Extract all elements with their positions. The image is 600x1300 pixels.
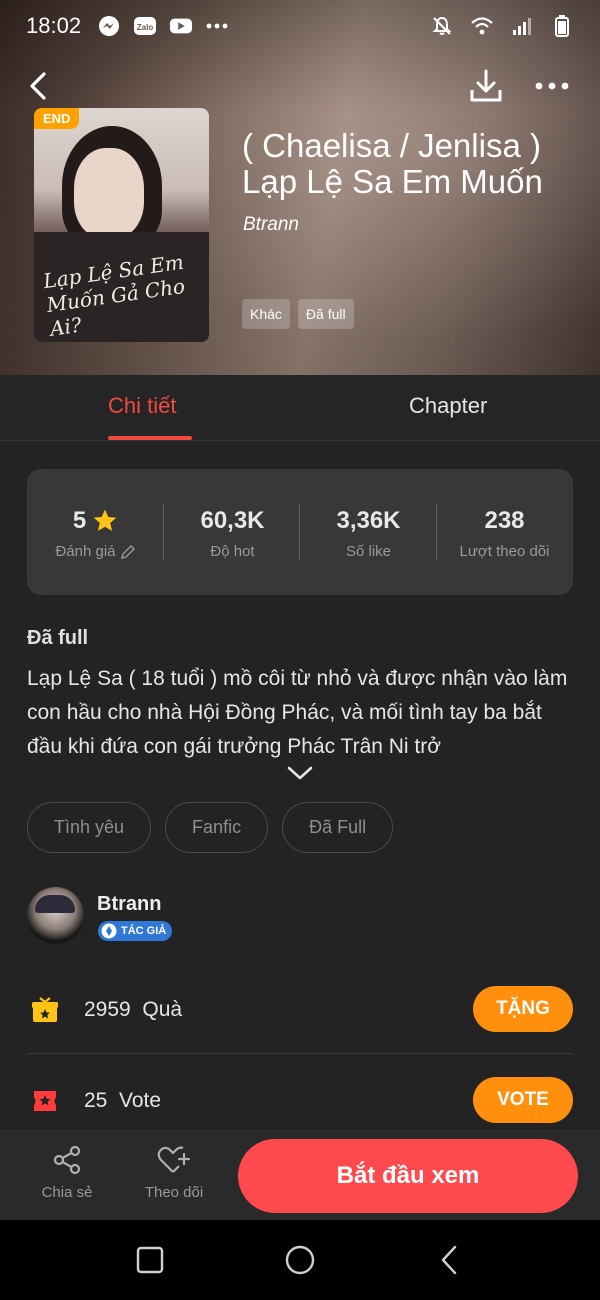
zalo-label: Zalo <box>137 23 154 32</box>
tab-bar: Chi tiết Chapter <box>0 375 600 441</box>
recent-apps-icon[interactable] <box>132 1242 168 1278</box>
story-tags: Khác Đã full <box>242 299 354 329</box>
story-cover[interactable]: Lạp Lệ Sa Em Muốn Gả Cho Ai? END <box>34 108 209 342</box>
follow-label: Theo dõi <box>144 1184 204 1201</box>
story-tag[interactable]: Đã full <box>297 299 354 329</box>
likes-value: 3,36K <box>336 507 401 534</box>
story-title: ( Chaelisa / Jenlisa ) Lạp Lệ Sa Em Muốn <box>242 127 543 200</box>
stat-hot: 60,3K Độ hot <box>164 507 301 560</box>
stat-followers: 238 Lượt theo dõi <box>436 507 573 560</box>
expand-description-button[interactable] <box>286 764 314 782</box>
download-button[interactable] <box>466 66 506 106</box>
share-label: Chia sẻ <box>41 1184 93 1201</box>
likes-label: Số like <box>345 543 392 560</box>
tab-chapter[interactable]: Chapter <box>409 393 487 419</box>
end-badge: END <box>34 108 80 129</box>
author-name[interactable]: Btrann <box>97 893 161 916</box>
hot-label: Độ hot <box>210 543 255 560</box>
story-author[interactable]: Btrann <box>243 214 299 236</box>
active-tab-indicator <box>108 436 192 440</box>
followers-value: 238 <box>484 507 525 534</box>
status-bar: 18:02 Zalo <box>0 0 600 52</box>
author-avatar[interactable] <box>27 887 84 944</box>
more-dots-icon <box>535 82 569 90</box>
gift-icon <box>32 997 58 1022</box>
top-navigation <box>0 62 600 112</box>
follow-button[interactable]: Theo dõi <box>134 1145 214 1201</box>
back-button[interactable] <box>22 68 58 104</box>
edit-pencil-icon <box>120 544 135 559</box>
author-badge-label: TÁC GIẢ <box>121 925 167 937</box>
followers-label: Lượt theo dõi <box>459 543 550 560</box>
heart-plus-icon <box>157 1146 191 1173</box>
stat-likes: 3,36K Số like <box>300 507 437 560</box>
gift-row: 2959 Quà TẶNG <box>27 986 573 1034</box>
vote-ticket-icon <box>34 1091 56 1111</box>
more-options-button[interactable] <box>532 68 572 104</box>
genre-tag[interactable]: Fanfic <box>165 802 269 853</box>
stat-rating[interactable]: 5 Đánh giá <box>27 507 164 560</box>
wifi-icon <box>470 15 494 37</box>
gift-count: 2959 Quà <box>84 998 183 1021</box>
status-time: 18:02 <box>26 13 82 38</box>
story-tag[interactable]: Khác <box>242 299 290 329</box>
signal-icon <box>510 15 534 37</box>
vote-row: 25 Vote VOTE <box>27 1077 573 1125</box>
system-back-icon[interactable] <box>432 1242 468 1278</box>
genre-tags: Tình yêu Fanfic Đã Full <box>27 802 394 853</box>
pen-nib-icon <box>101 923 117 939</box>
share-icon <box>53 1145 81 1175</box>
stats-panel: 5 Đánh giá 60,3K Độ hot 3,36K Số like 23… <box>27 469 573 595</box>
start-reading-button[interactable]: Bắt đầu xem <box>238 1139 578 1213</box>
genre-tag[interactable]: Tình yêu <box>27 802 152 853</box>
story-description: Lạp Lệ Sa ( 18 tuổi ) mồ côi từ nhỏ và đ… <box>27 667 568 758</box>
battery-icon <box>550 15 574 37</box>
home-icon[interactable] <box>282 1242 318 1278</box>
vote-button[interactable]: VOTE <box>473 1077 573 1123</box>
rating-value: 5 <box>72 507 87 534</box>
mute-icon <box>430 15 454 37</box>
star-icon <box>93 509 117 531</box>
rating-label: Đánh giá <box>55 543 116 560</box>
download-icon <box>470 69 502 102</box>
bottom-action-bar: Chia sẻ Theo dõi Bắt đầu xem <box>0 1130 600 1220</box>
youtube-icon <box>169 15 193 37</box>
genre-tag[interactable]: Đã Full <box>282 802 394 853</box>
tab-details[interactable]: Chi tiết <box>108 393 176 419</box>
divider <box>27 1053 573 1054</box>
give-gift-button[interactable]: TẶNG <box>473 986 573 1032</box>
system-navigation-bar <box>0 1220 600 1300</box>
vote-count: 25 Vote <box>84 1089 162 1112</box>
more-dots-icon <box>205 15 229 37</box>
hot-value: 60,3K <box>200 507 265 534</box>
chevron-down-icon <box>287 766 313 780</box>
author-badge: TÁC GIẢ <box>98 921 173 941</box>
messenger-icon <box>97 15 121 37</box>
zalo-icon: Zalo <box>133 15 157 37</box>
back-arrow-icon <box>30 72 46 100</box>
completion-status: Đã full <box>27 627 89 649</box>
share-button[interactable]: Chia sẻ <box>27 1145 107 1201</box>
